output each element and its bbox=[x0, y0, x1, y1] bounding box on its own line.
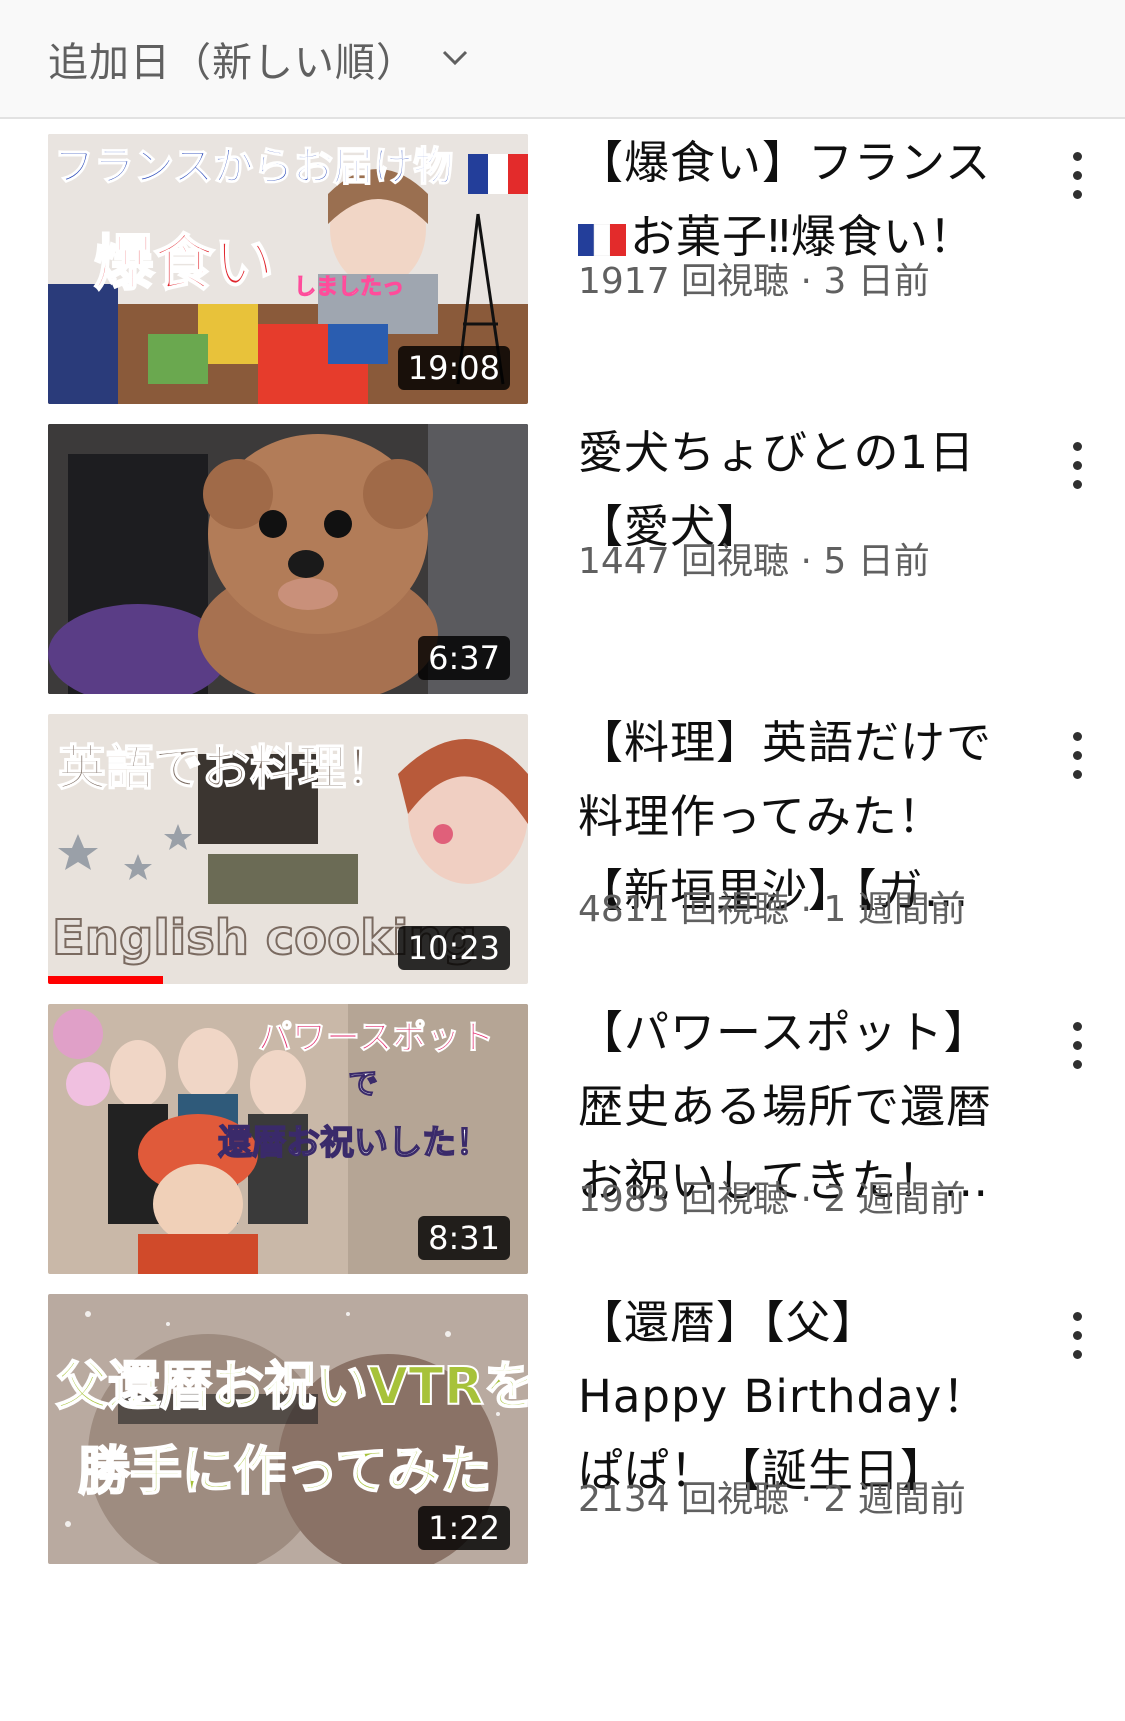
view-count: 1447 回視聴 bbox=[578, 541, 790, 582]
more-vert-icon[interactable] bbox=[1062, 152, 1092, 212]
watch-progress-bar bbox=[48, 976, 164, 984]
video-duration: 10:23 bbox=[397, 926, 510, 970]
video-item[interactable]: 父還暦お祝いVTRを 勝手に作ってみた 1:22 【還暦】【父】Happy Bi… bbox=[0, 1294, 1125, 1584]
more-vert-icon[interactable] bbox=[1062, 732, 1092, 792]
view-count: 4811 回視聴 bbox=[578, 889, 790, 930]
more-vert-icon[interactable] bbox=[1062, 1022, 1092, 1082]
upload-age: 2 週間前 bbox=[823, 1179, 966, 1220]
thumbnail-text: しましたっ bbox=[294, 275, 404, 300]
upload-age: 3 日前 bbox=[823, 261, 930, 302]
thumbnail-text: で bbox=[348, 1067, 378, 1102]
video-item[interactable]: 6:37 愛犬ちょびとの1日【愛犬】 1447 回視聴 · 5 日前 bbox=[0, 424, 1125, 714]
chevron-down-icon[interactable] bbox=[440, 46, 470, 70]
view-count: 2134 回視聴 bbox=[578, 1479, 790, 1520]
video-meta: 1917 回視聴 · 3 日前 bbox=[578, 261, 930, 302]
thumbnail-text: 英語でお料理！ bbox=[58, 740, 394, 796]
video-item[interactable]: 英語でお料理！ English cooking 10:23 【料理】英語だけで料… bbox=[0, 714, 1125, 1004]
video-thumbnail[interactable]: フランスからお届け物 爆食い しましたっ 19:08 bbox=[48, 134, 528, 404]
video-meta: 1983 回視聴 · 2 週間前 bbox=[578, 1179, 966, 1220]
view-count: 1983 回視聴 bbox=[578, 1179, 790, 1220]
video-duration: 19:08 bbox=[397, 346, 510, 390]
thumbnail-text: 勝手に作ってみた bbox=[78, 1442, 491, 1502]
video-thumbnail[interactable]: 父還暦お祝いVTRを 勝手に作ってみた 1:22 bbox=[48, 1294, 528, 1564]
video-duration: 1:22 bbox=[418, 1506, 510, 1550]
more-vert-icon[interactable] bbox=[1062, 442, 1092, 502]
video-title-part: 【爆食い】フランス bbox=[578, 136, 992, 189]
video-meta: 2134 回視聴 · 2 週間前 bbox=[578, 1479, 966, 1520]
thumbnail-text: 爆食い bbox=[94, 229, 274, 299]
video-item[interactable]: フランスからお届け物 爆食い しましたっ 19:08 【爆食い】フランスお菓子‼… bbox=[0, 134, 1125, 424]
sort-bar[interactable]: 追加日（新しい順） bbox=[0, 0, 1125, 119]
sort-label[interactable]: 追加日（新しい順） bbox=[48, 30, 417, 88]
thumbnail-text: 父還暦お祝いVTRを bbox=[56, 1357, 528, 1417]
view-count: 1917 回視聴 bbox=[578, 261, 790, 302]
video-meta: 4811 回視聴 · 1 週間前 bbox=[578, 889, 966, 930]
video-item[interactable]: パワースポット で 還暦お祝いした！ 8:31 【パワースポット】歴史ある場所で… bbox=[0, 1004, 1125, 1294]
upload-age: 5 日前 bbox=[823, 541, 930, 582]
video-thumbnail[interactable]: 6:37 bbox=[48, 424, 528, 694]
upload-age: 2 週間前 bbox=[823, 1479, 966, 1520]
thumbnail-text: 還暦お祝いした！ bbox=[218, 1123, 490, 1163]
thumbnail-text: パワースポット bbox=[258, 1018, 494, 1058]
video-meta: 1447 回視聴 · 5 日前 bbox=[578, 541, 930, 582]
video-thumbnail[interactable]: パワースポット で 還暦お祝いした！ 8:31 bbox=[48, 1004, 528, 1274]
video-duration: 6:37 bbox=[418, 636, 510, 680]
thumbnail-text: フランスからお届け物 bbox=[54, 144, 453, 190]
video-thumbnail[interactable]: 英語でお料理！ English cooking 10:23 bbox=[48, 714, 528, 984]
upload-age: 1 週間前 bbox=[823, 889, 966, 930]
more-vert-icon[interactable] bbox=[1062, 1312, 1092, 1372]
video-duration: 8:31 bbox=[418, 1216, 510, 1260]
